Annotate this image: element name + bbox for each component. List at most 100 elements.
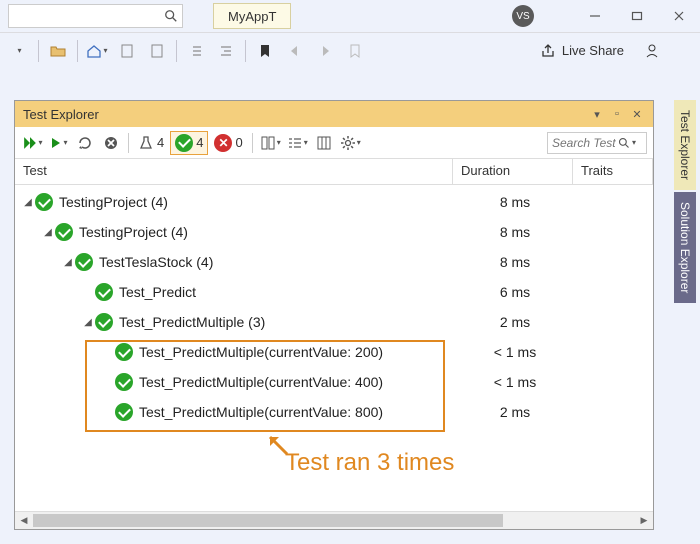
scroll-track[interactable] [33, 512, 635, 529]
test-name: Test_PredictMultiple (3) [95, 313, 455, 331]
header-duration[interactable]: Duration [453, 159, 573, 184]
test-explorer-panel: Test Explorer ▾ ▫ ✕ ▾ ▾ 4 4 ✕ 0 ▾ ▾ ▾ [14, 100, 654, 530]
outdent-icon[interactable] [183, 38, 209, 64]
home-icon[interactable]: ▾ [84, 38, 110, 64]
live-share-label: Live Share [562, 43, 624, 58]
fail-icon: ✕ [214, 134, 232, 152]
scroll-left-icon[interactable]: ◀ [15, 512, 33, 530]
pass-icon [95, 283, 113, 301]
test-duration: 8 ms [455, 254, 575, 270]
test-toolbar: ▾ ▾ 4 4 ✕ 0 ▾ ▾ ▾ ▾ [15, 127, 653, 159]
pass-icon [55, 223, 73, 241]
settings-button[interactable]: ▾ [338, 131, 363, 155]
test-row[interactable]: ◢TestTeslaStock (4)8 ms [15, 247, 653, 277]
person-icon[interactable] [634, 38, 670, 64]
repeat-button[interactable] [73, 131, 97, 155]
test-tree[interactable]: ◢TestingProject (4)8 ms◢TestingProject (… [15, 185, 653, 511]
doc-icon[interactable] [114, 38, 140, 64]
expand-arrow-icon[interactable]: ◢ [81, 317, 95, 328]
flask-icon [138, 135, 154, 151]
view-button[interactable]: ▾ [258, 131, 283, 155]
test-name: Test_PredictMultiple(currentValue: 400) [115, 373, 455, 391]
header-test[interactable]: Test [15, 159, 453, 184]
minimize-button[interactable] [574, 2, 616, 30]
pass-icon [95, 313, 113, 331]
search-test-field[interactable] [552, 136, 618, 150]
separator [38, 40, 39, 62]
test-name: TestingProject (4) [55, 223, 455, 241]
test-duration: 8 ms [455, 194, 575, 210]
expand-arrow-icon[interactable]: ◢ [21, 197, 35, 208]
total-tests-count[interactable]: 4 [134, 131, 168, 155]
expand-arrow-icon[interactable]: ◢ [61, 257, 75, 268]
run-all-button[interactable]: ▾ [21, 131, 45, 155]
panel-titlebar: Test Explorer ▾ ▫ ✕ [15, 101, 653, 127]
tab-myappt[interactable]: MyAppT [213, 3, 291, 29]
separator [176, 40, 177, 62]
separator [128, 133, 129, 153]
test-duration: 8 ms [455, 224, 575, 240]
test-row[interactable]: Test_Predict6 ms [15, 277, 653, 307]
maximize-button[interactable] [616, 2, 658, 30]
separator [252, 133, 253, 153]
nav-dropdown-icon[interactable]: ▾ [6, 38, 32, 64]
main-toolbar: ▾ ▾ Live Share [0, 32, 700, 68]
pass-icon [175, 134, 193, 152]
search-icon [618, 137, 630, 149]
separator [245, 40, 246, 62]
live-share-button[interactable]: Live Share [534, 43, 630, 59]
bookmark-add-icon[interactable] [342, 38, 368, 64]
side-tab-test-explorer[interactable]: Test Explorer [674, 100, 696, 190]
scroll-thumb[interactable] [33, 514, 503, 527]
test-row[interactable]: Test_PredictMultiple(currentValue: 800)2… [15, 397, 653, 427]
test-duration: < 1 ms [455, 344, 575, 360]
side-tab-solution-explorer[interactable]: Solution Explorer [674, 192, 696, 303]
test-row[interactable]: Test_PredictMultiple(currentValue: 400)<… [15, 367, 653, 397]
test-name: TestTeslaStock (4) [75, 253, 455, 271]
chevron-down-icon: ▾ [632, 138, 636, 147]
close-button[interactable] [658, 2, 700, 30]
passed-tests-count[interactable]: 4 [170, 131, 208, 155]
group-button[interactable]: ▾ [285, 131, 310, 155]
test-row[interactable]: ◢Test_PredictMultiple (3)2 ms [15, 307, 653, 337]
run-button[interactable]: ▾ [47, 131, 71, 155]
pass-icon [115, 373, 133, 391]
share-icon [540, 43, 556, 59]
indent-icon[interactable] [213, 38, 239, 64]
scroll-right-icon[interactable]: ▶ [635, 512, 653, 530]
open-folder-icon[interactable] [45, 38, 71, 64]
pass-icon [35, 193, 53, 211]
cancel-button[interactable] [99, 131, 123, 155]
avatar[interactable]: VS [512, 5, 534, 27]
columns-button[interactable] [312, 131, 336, 155]
global-search-input[interactable] [8, 4, 183, 28]
separator [77, 40, 78, 62]
test-duration: < 1 ms [455, 374, 575, 390]
test-row[interactable]: ◢TestingProject (4)8 ms [15, 187, 653, 217]
search-icon [164, 9, 178, 23]
header-traits[interactable]: Traits [573, 159, 653, 184]
pass-icon [75, 253, 93, 271]
failed-tests-count[interactable]: ✕ 0 [210, 131, 246, 155]
horizontal-scrollbar[interactable]: ◀ ▶ [15, 511, 653, 529]
side-tabs: Test Explorer Solution Explorer [674, 100, 700, 305]
panel-dropdown-icon[interactable]: ▾ [589, 106, 605, 122]
prev-icon[interactable] [282, 38, 308, 64]
pass-icon [115, 403, 133, 421]
search-test-input[interactable]: ▾ [547, 132, 647, 154]
test-name: TestingProject (4) [35, 193, 455, 211]
bookmark-icon[interactable] [252, 38, 278, 64]
panel-close-icon[interactable]: ✕ [629, 106, 645, 122]
panel-title: Test Explorer [23, 107, 99, 122]
expand-arrow-icon[interactable]: ◢ [41, 227, 55, 238]
test-row[interactable]: ◢TestingProject (4)8 ms [15, 217, 653, 247]
test-name: Test_PredictMultiple(currentValue: 200) [115, 343, 455, 361]
annotation-arrow-icon [265, 432, 295, 462]
test-name: Test_PredictMultiple(currentValue: 800) [115, 403, 455, 421]
next-icon[interactable] [312, 38, 338, 64]
title-bar: MyAppT VS [0, 0, 700, 32]
test-row[interactable]: Test_PredictMultiple(currentValue: 200)<… [15, 337, 653, 367]
test-duration: 6 ms [455, 284, 575, 300]
doc2-icon[interactable] [144, 38, 170, 64]
panel-pin-icon[interactable]: ▫ [609, 106, 625, 122]
